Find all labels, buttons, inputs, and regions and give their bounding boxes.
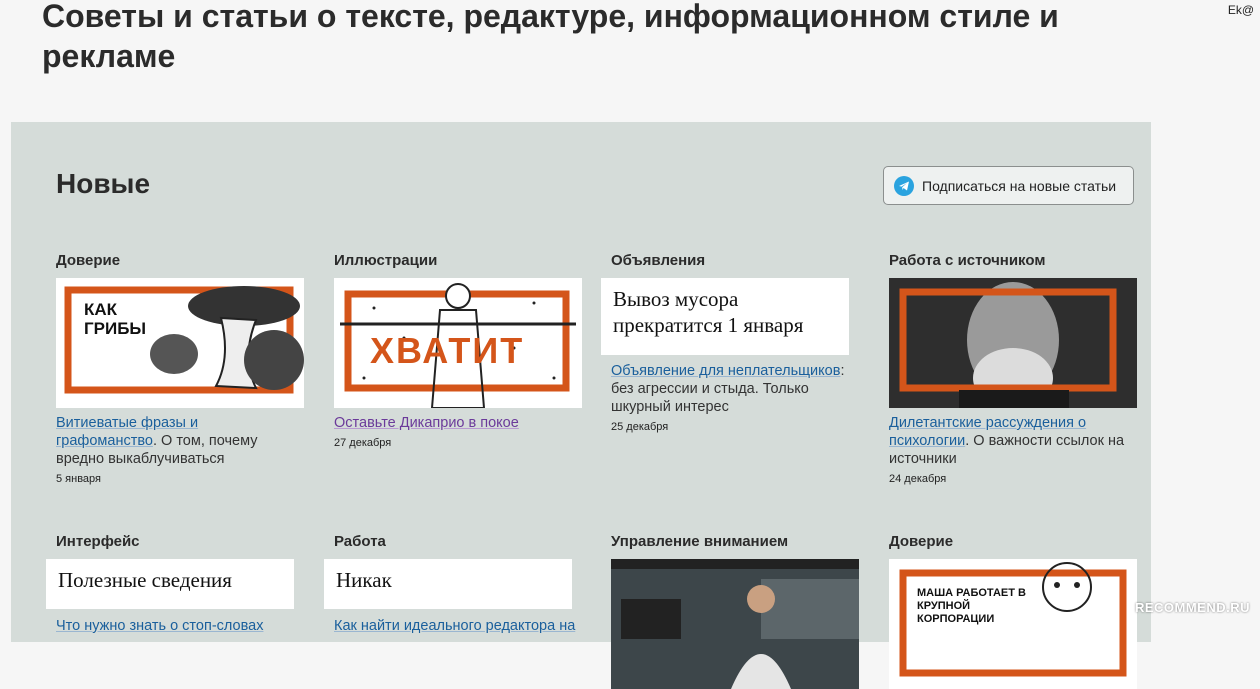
- article-image[interactable]: ХВАТИТ: [334, 278, 582, 408]
- user-handle: Ek@: [1227, 3, 1254, 17]
- category-label: Доверие: [56, 252, 121, 269]
- article-image[interactable]: Вывоз мусора прекратится 1 января: [601, 278, 849, 355]
- article-card[interactable]: Управление вниманием: [611, 533, 861, 689]
- article-image[interactable]: [611, 559, 859, 689]
- article-card[interactable]: Доверие КАК ГРИБЫ Витиеватые фразы и гра…: [56, 252, 306, 485]
- image-caption: ХВАТИТ: [370, 330, 525, 371]
- article-image[interactable]: [889, 278, 1137, 408]
- category-label: Интерфейс: [56, 533, 140, 550]
- article-description: Что нужно знать о стоп-словах: [56, 617, 296, 635]
- article-card[interactable]: Доверие МАША РАБОТАЕТ В КРУПНОЙ КОРПОРАЦ…: [889, 533, 1139, 689]
- article-card[interactable]: Работа Никак Как найти идеального редакт…: [324, 533, 584, 634]
- article-description: Оставьте Дикаприо в покое 27 декабря: [334, 414, 574, 452]
- section-title: Новые: [56, 168, 151, 199]
- article-link[interactable]: Объявление для неплательщиков: [611, 363, 840, 379]
- article-date: 24 декабря: [889, 473, 947, 485]
- article-card[interactable]: Работа с источником Дилетантские рассужд…: [889, 252, 1139, 485]
- category-label: Объявления: [611, 252, 706, 269]
- article-link[interactable]: Что нужно знать о стоп-словах: [56, 618, 263, 634]
- category-label: Доверие: [889, 533, 954, 550]
- category-label: Работа с источником: [889, 252, 1046, 269]
- article-image[interactable]: КАК ГРИБЫ: [56, 278, 304, 408]
- article-image[interactable]: МАША РАБОТАЕТ В КРУПНОЙ КОРПОРАЦИИ: [889, 559, 1137, 689]
- subscribe-label: Подписаться на новые статьи: [922, 177, 1117, 194]
- article-card[interactable]: Иллюстрации ХВАТИТ Оставьте Дикаприо в п…: [334, 252, 584, 449]
- article-link[interactable]: Как найти идеального редактора на: [334, 618, 575, 634]
- category-label: Иллюстрации: [334, 252, 438, 269]
- article-link[interactable]: Оставьте Дикаприо в покое: [334, 415, 519, 431]
- new-articles-panel: Новые Подписаться на новые статьи Довери…: [11, 122, 1151, 689]
- article-date: 25 декабря: [611, 421, 669, 433]
- article-image[interactable]: Никак: [324, 559, 572, 609]
- article-description: Как найти идеального редактора на: [334, 617, 594, 635]
- article-image[interactable]: Полезные сведения: [46, 559, 294, 609]
- category-label: Работа: [334, 533, 386, 550]
- article-date: 5 января: [56, 473, 101, 485]
- article-description: Витиеватые фразы и графоманство. О том, …: [56, 414, 276, 488]
- article-card[interactable]: Интерфейс Полезные сведения Что нужно зн…: [46, 533, 306, 634]
- subscribe-button[interactable]: Подписаться на новые статьи: [883, 166, 1134, 205]
- category-label: Управление вниманием: [611, 533, 789, 550]
- watermark: RECOMMEND.RU: [1134, 600, 1250, 615]
- article-description: Дилетантские рассуждения о психологии. О…: [889, 414, 1129, 488]
- article-card[interactable]: Объявления Вывоз мусора прекратится 1 ян…: [601, 252, 861, 433]
- image-caption: КАК ГРИБЫ: [84, 300, 147, 338]
- article-description: Объявление для неплательщиков: без агрес…: [611, 362, 851, 436]
- image-caption: МАША РАБОТАЕТ В КРУПНОЙ КОРПОРАЦИИ: [917, 587, 1026, 625]
- page-title: Советы и статьи о тексте, редактуре, инф…: [42, 0, 1059, 74]
- article-date: 27 декабря: [334, 437, 392, 449]
- telegram-icon: [894, 175, 914, 196]
